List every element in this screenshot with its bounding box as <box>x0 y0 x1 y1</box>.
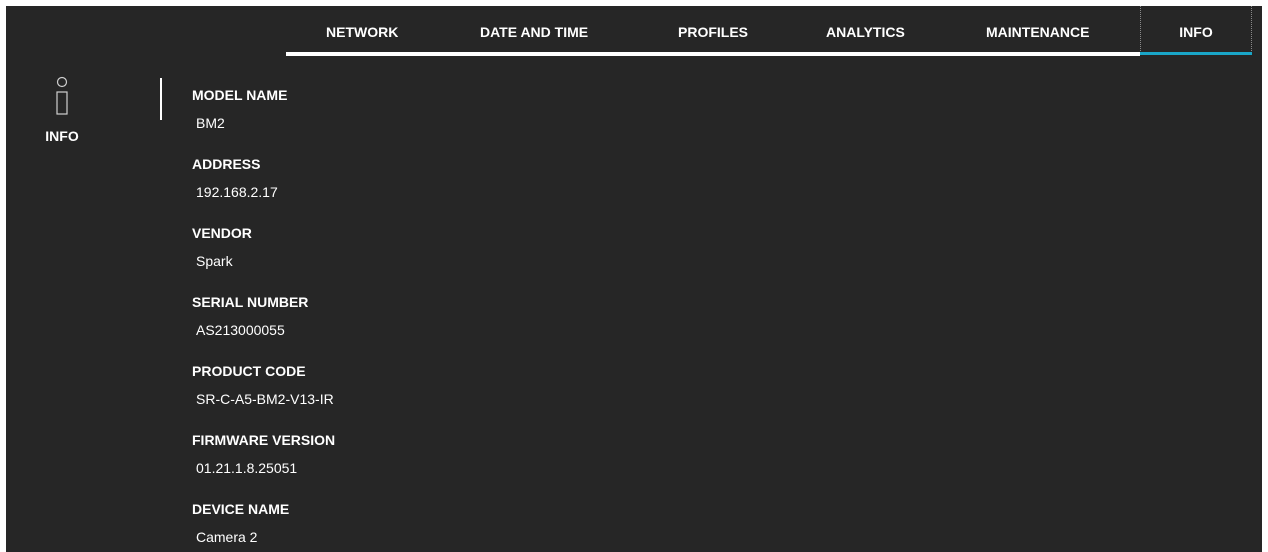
field-value: Spark <box>196 253 233 269</box>
field-value: 192.168.2.17 <box>196 184 278 200</box>
field-label: PRODUCT CODE <box>192 363 306 379</box>
field-label: VENDOR <box>192 225 252 241</box>
field-value: Camera 2 <box>196 529 258 545</box>
field-label: DEVICE NAME <box>192 501 290 517</box>
tab-network[interactable]: NETWORK <box>326 6 398 52</box>
field-label: FIRMWARE VERSION <box>192 432 336 448</box>
tab-info[interactable]: INFO <box>1140 6 1252 53</box>
info-icon <box>56 76 68 115</box>
field-address: ADDRESS 192.168.2.17 <box>192 155 335 224</box>
tab-bar-underline <box>286 52 1140 56</box>
sidebar-item-info[interactable]: INFO <box>36 76 96 144</box>
tab-bar: NETWORK DATE AND TIME PROFILES ANALYTICS… <box>6 6 1262 56</box>
field-product-code: PRODUCT CODE SR-C-A5-BM2-V13-IR <box>192 362 335 431</box>
tab-profiles[interactable]: PROFILES <box>678 6 748 52</box>
tab-analytics[interactable]: ANALYTICS <box>826 6 905 52</box>
field-value: AS213000055 <box>196 322 285 338</box>
sidebar-divider <box>160 78 162 120</box>
sidebar-item-label: INFO <box>45 128 79 144</box>
tab-info-selected-indicator <box>1140 52 1252 55</box>
field-value: BM2 <box>196 115 225 131</box>
field-label: MODEL NAME <box>192 87 288 103</box>
tab-maintenance[interactable]: MAINTENANCE <box>986 6 1089 52</box>
field-value: 01.21.1.8.25051 <box>196 460 298 476</box>
field-label: SERIAL NUMBER <box>192 294 309 310</box>
field-vendor: VENDOR Spark <box>192 224 335 293</box>
field-label: ADDRESS <box>192 156 261 172</box>
field-serial-number: SERIAL NUMBER AS213000055 <box>192 293 335 362</box>
field-model-name: MODEL NAME BM2 <box>192 86 335 155</box>
tab-date-and-time[interactable]: DATE AND TIME <box>480 6 588 52</box>
app-window: NETWORK DATE AND TIME PROFILES ANALYTICS… <box>6 6 1262 552</box>
info-fields: MODEL NAME BM2 ADDRESS 192.168.2.17 VEND… <box>192 86 335 552</box>
field-device-name: DEVICE NAME Camera 2 <box>192 500 335 552</box>
field-firmware-version: FIRMWARE VERSION 01.21.1.8.25051 <box>192 431 335 500</box>
field-value: SR-C-A5-BM2-V13-IR <box>196 391 334 407</box>
